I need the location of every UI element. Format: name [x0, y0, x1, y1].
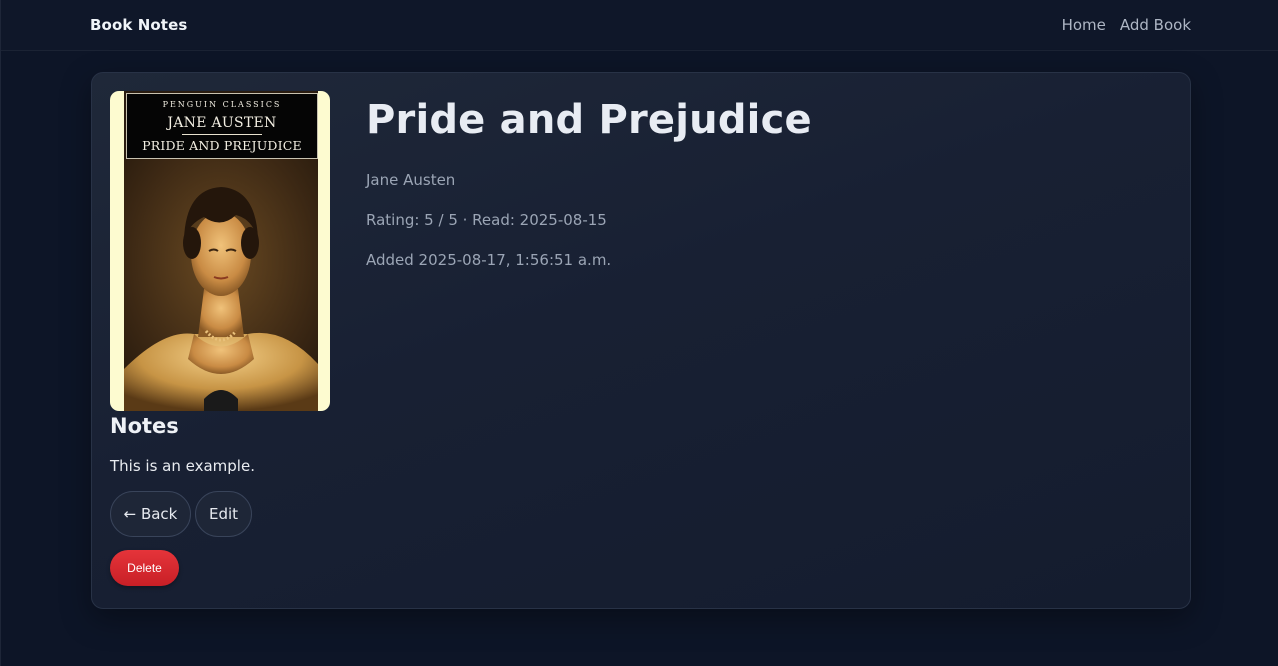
- book-title: Pride and Prejudice: [366, 97, 812, 143]
- cover-title-label: PRIDE AND PREJUDICE: [142, 138, 302, 153]
- brand-logo[interactable]: Book Notes: [90, 16, 187, 34]
- cover-title-panel: PENGUIN CLASSICS JANE AUSTEN PRIDE AND P…: [126, 93, 318, 159]
- edit-button[interactable]: Edit: [195, 491, 252, 537]
- book-added-timestamp: Added 2025-08-17, 1:56:51 a.m.: [366, 251, 612, 269]
- portrait-painting: [124, 159, 318, 411]
- back-button[interactable]: ← Back: [110, 491, 191, 537]
- cover-artwork: PENGUIN CLASSICS JANE AUSTEN PRIDE AND P…: [124, 91, 318, 411]
- book-author: Jane Austen: [366, 171, 456, 189]
- nav-links: Home Add Book: [1062, 16, 1191, 34]
- book-cover-image: PENGUIN CLASSICS JANE AUSTEN PRIDE AND P…: [110, 91, 330, 411]
- notes-text: This is an example.: [110, 457, 255, 475]
- cover-divider: [182, 134, 262, 135]
- top-navbar: Book Notes Home Add Book: [1, 0, 1278, 51]
- book-rating-read: Rating: 5 / 5 · Read: 2025-08-15: [366, 211, 607, 229]
- notes-heading: Notes: [110, 414, 179, 438]
- cover-series-label: PENGUIN CLASSICS: [162, 100, 282, 109]
- book-detail-card: PENGUIN CLASSICS JANE AUSTEN PRIDE AND P…: [91, 72, 1191, 609]
- delete-button[interactable]: Delete: [110, 550, 179, 586]
- nav-home-link[interactable]: Home: [1062, 16, 1106, 34]
- nav-add-book-link[interactable]: Add Book: [1120, 16, 1191, 34]
- cover-author-label: JANE AUSTEN: [167, 115, 277, 131]
